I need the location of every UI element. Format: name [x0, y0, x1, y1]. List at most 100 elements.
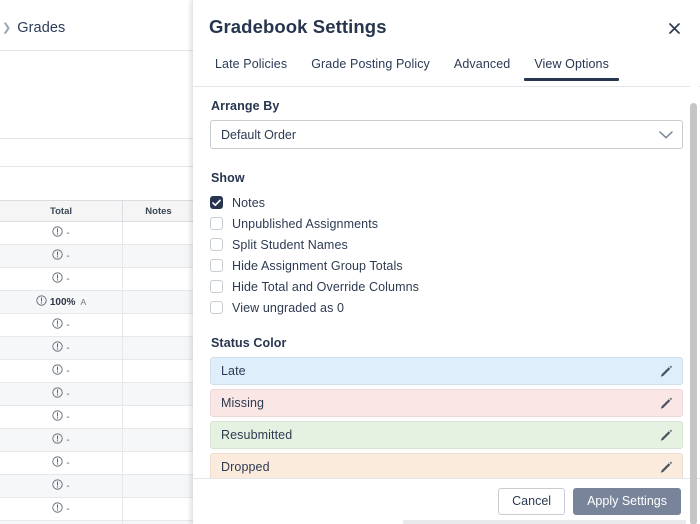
- show-option-label: Hide Total and Override Columns: [232, 279, 419, 294]
- gradebook-header-row: Total Notes: [0, 200, 195, 222]
- pencil-icon[interactable]: [657, 395, 674, 412]
- column-header-notes[interactable]: Notes: [123, 201, 195, 221]
- show-option-unpublished-assignments[interactable]: Unpublished Assignments: [210, 213, 683, 234]
- cell-total[interactable]: -: [0, 222, 123, 244]
- table-row[interactable]: -: [0, 268, 195, 291]
- status-color-section: Status Color Late Missing Resubmitted Dropp…: [210, 336, 683, 478]
- checkbox[interactable]: [210, 217, 223, 230]
- tab-view-options[interactable]: View Options: [522, 55, 621, 81]
- tab-advanced[interactable]: Advanced: [442, 55, 522, 81]
- table-row[interactable]: -: [0, 245, 195, 268]
- table-row[interactable]: -: [0, 314, 195, 337]
- cell-total[interactable]: -: [0, 337, 123, 359]
- modal-tab-list: Late Policies Grade Posting Policy Advance…: [193, 55, 700, 85]
- checkbox[interactable]: [210, 280, 223, 293]
- cell-notes[interactable]: [123, 498, 195, 520]
- cell-notes[interactable]: [123, 475, 195, 497]
- table-row[interactable]: -: [0, 406, 195, 429]
- breadcrumb-link-grades[interactable]: Grades: [17, 20, 65, 36]
- cell-total[interactable]: -: [0, 475, 123, 497]
- show-option-hide-total-and-override-columns[interactable]: Hide Total and Override Columns: [210, 276, 683, 297]
- warning-icon: [52, 364, 63, 378]
- apply-settings-button[interactable]: Apply Settings: [573, 488, 681, 515]
- arrange-by-value: Default Order: [221, 127, 297, 142]
- cell-notes[interactable]: [123, 222, 195, 244]
- status-color-row-dropped[interactable]: Dropped: [210, 453, 683, 478]
- cell-total[interactable]: -: [0, 452, 123, 474]
- warning-icon: [52, 341, 63, 355]
- table-row[interactable]: -: [0, 383, 195, 406]
- table-row[interactable]: -: [0, 360, 195, 383]
- checkbox[interactable]: [210, 301, 223, 314]
- cell-total-value: -: [66, 365, 70, 377]
- table-row[interactable]: -: [0, 498, 195, 521]
- status-color-row-resubmitted[interactable]: Resubmitted: [210, 421, 683, 449]
- show-option-label: Split Student Names: [232, 237, 348, 252]
- status-color-name: Missing: [221, 396, 265, 410]
- column-header-total[interactable]: Total: [0, 201, 123, 221]
- show-option-label: Notes: [232, 195, 266, 210]
- pencil-icon[interactable]: [657, 459, 674, 476]
- footer-shadow: [403, 520, 686, 524]
- cell-total[interactable]: -: [0, 360, 123, 382]
- cell-notes[interactable]: [123, 291, 195, 313]
- gradebook-grid: Total Notes ---100%A---------88%: [0, 200, 195, 524]
- modal-scrollbar-track[interactable]: [690, 50, 699, 524]
- cell-total-value: -: [66, 434, 70, 446]
- cell-notes[interactable]: [123, 268, 195, 290]
- tab-late-policies[interactable]: Late Policies: [203, 55, 299, 81]
- warning-icon: [36, 295, 47, 309]
- cell-total[interactable]: -: [0, 498, 123, 520]
- cell-total-value: -: [66, 273, 70, 285]
- pencil-icon[interactable]: [657, 427, 674, 444]
- table-row[interactable]: -: [0, 475, 195, 498]
- warning-icon: [52, 502, 63, 516]
- checkbox[interactable]: [210, 196, 223, 209]
- show-option-split-student-names[interactable]: Split Student Names: [210, 234, 683, 255]
- cell-notes[interactable]: [123, 314, 195, 336]
- cell-total[interactable]: -: [0, 314, 123, 336]
- modal-header: Gradebook Settings: [193, 0, 700, 52]
- table-row[interactable]: -: [0, 429, 195, 452]
- status-color-row-missing[interactable]: Missing: [210, 389, 683, 417]
- show-option-hide-assignment-group-totals[interactable]: Hide Assignment Group Totals: [210, 255, 683, 276]
- cell-total-value: -: [66, 319, 70, 331]
- cell-total-grade: A: [80, 297, 87, 307]
- cell-total[interactable]: -: [0, 268, 123, 290]
- modal-scrollbar-thumb[interactable]: [690, 103, 697, 524]
- arrange-by-select[interactable]: Default Order: [210, 120, 683, 149]
- cell-total[interactable]: -: [0, 245, 123, 267]
- arrange-by-label: Arrange By: [211, 99, 280, 113]
- cell-total[interactable]: 100% A: [0, 291, 123, 313]
- cell-notes[interactable]: [123, 383, 195, 405]
- cell-total[interactable]: -: [0, 383, 123, 405]
- show-option-view-ungraded-as-0[interactable]: View ungraded as 0: [210, 297, 683, 318]
- cell-notes[interactable]: [123, 429, 195, 451]
- pencil-icon[interactable]: [657, 363, 674, 380]
- chevron-right-icon: ❯: [2, 21, 12, 34]
- status-color-name: Late: [221, 364, 246, 378]
- checkbox[interactable]: [210, 259, 223, 272]
- table-row[interactable]: -: [0, 452, 195, 475]
- checkbox[interactable]: [210, 238, 223, 251]
- cell-notes[interactable]: [123, 406, 195, 428]
- gradebook-rows: ---100%A---------88%: [0, 222, 195, 524]
- cell-notes[interactable]: [123, 452, 195, 474]
- cancel-button[interactable]: Cancel: [498, 488, 566, 515]
- cell-total[interactable]: -: [0, 429, 123, 451]
- modal-body: Arrange By Default Order Show Notes Unpub…: [193, 87, 700, 478]
- cell-notes[interactable]: [123, 360, 195, 382]
- status-color-row-late[interactable]: Late: [210, 357, 683, 385]
- show-option-label: View ungraded as 0: [232, 300, 345, 315]
- cell-total-value: -: [66, 503, 70, 515]
- tab-grade-posting-policy[interactable]: Grade Posting Policy: [299, 55, 442, 81]
- cell-notes[interactable]: [123, 337, 195, 359]
- table-row[interactable]: -: [0, 222, 195, 245]
- cell-notes[interactable]: [123, 245, 195, 267]
- show-option-notes[interactable]: Notes: [210, 192, 683, 213]
- close-icon[interactable]: [665, 19, 683, 37]
- cell-total[interactable]: -: [0, 406, 123, 428]
- table-row[interactable]: 100% A: [0, 291, 195, 314]
- cell-total-value: -: [66, 342, 70, 354]
- table-row[interactable]: -: [0, 337, 195, 360]
